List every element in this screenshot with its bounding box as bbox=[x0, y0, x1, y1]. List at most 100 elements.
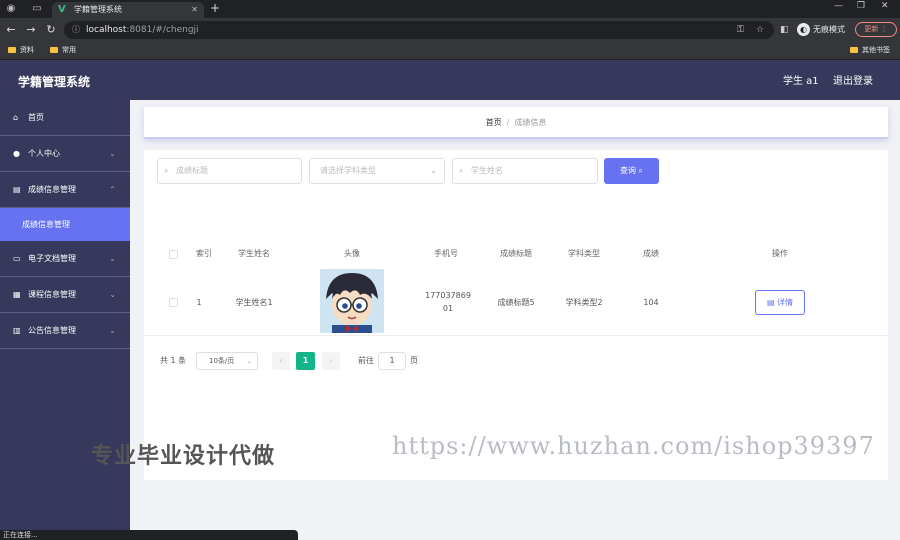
sidebar-item-label: 公告信息管理 bbox=[28, 326, 76, 335]
browser-address-bar: ← → ↻ ⓘ localhost:8081/#/chengji ⚿ ☆ ◧ ◐… bbox=[0, 18, 900, 42]
sidebar-item-label: 首页 bbox=[28, 113, 44, 122]
title-search-input[interactable]: ⌕ 成绩标题 bbox=[157, 158, 302, 184]
folder-icon bbox=[8, 47, 16, 53]
sidebar-item-label: 课程信息管理 bbox=[28, 290, 76, 299]
bookmark-folder-1[interactable]: 资料 bbox=[8, 42, 34, 59]
table-header: 索引 学生姓名 头像 手机号 成绩标题 学科类型 成绩 操作 bbox=[144, 240, 888, 268]
minimize-icon[interactable]: — bbox=[834, 1, 843, 11]
new-tab-icon[interactable]: + bbox=[210, 1, 220, 15]
goto-label: 前往 bbox=[358, 356, 374, 365]
page-size-value: 10条/页 bbox=[209, 357, 235, 365]
incognito-icon: ◐ bbox=[797, 23, 810, 36]
reload-icon[interactable]: ↻ bbox=[44, 23, 58, 37]
column-header: 成绩标题 bbox=[500, 249, 532, 258]
column-header: 头像 bbox=[344, 249, 360, 258]
subject-type-select[interactable]: 请选择学科类型 ⌄ bbox=[309, 158, 445, 184]
back-icon[interactable]: ← bbox=[4, 23, 18, 37]
notice-icon: ▥ bbox=[13, 326, 21, 335]
tab-title: 学籍管理系统 bbox=[74, 5, 122, 14]
sidebar-item-grades[interactable]: ▤ 成绩信息管理 ⌃ bbox=[0, 172, 130, 208]
star-icon[interactable]: ☆ bbox=[756, 21, 764, 39]
incognito-label: 无痕模式 bbox=[813, 25, 845, 34]
user-icon: ● bbox=[13, 149, 20, 158]
query-button[interactable]: 查询 ⌕ bbox=[604, 158, 659, 184]
pagination: 共 1 条 10条/页 ⌄ ‹ 1 › 前往 1 页 bbox=[144, 350, 888, 372]
cell-score: 104 bbox=[643, 297, 659, 307]
key-icon[interactable]: ⚿ bbox=[737, 21, 744, 39]
select-all-checkbox[interactable] bbox=[169, 250, 178, 259]
update-button[interactable]: 更新 ⋮ bbox=[855, 22, 897, 37]
page-size-select[interactable]: 10条/页 ⌄ bbox=[196, 352, 258, 370]
column-header: 手机号 bbox=[434, 249, 458, 258]
restore-icon[interactable]: ❐ bbox=[857, 1, 865, 11]
forward-icon[interactable]: → bbox=[24, 23, 38, 37]
cell-index: 1 bbox=[196, 297, 202, 307]
sidebar-subitem-grade-management[interactable]: 成绩信息管理 bbox=[0, 208, 130, 241]
sidebar-item-home[interactable]: ⌂ 首页 bbox=[0, 100, 130, 136]
cell-student-name: 学生姓名1 bbox=[235, 297, 273, 307]
browser-tab-bar: ◉ ▭ V 学籍管理系统 ✕ + — ❐ ✕ bbox=[0, 0, 900, 18]
browser-tab[interactable]: V 学籍管理系统 ✕ bbox=[52, 2, 204, 18]
watermark-text-left: 专业毕业设计代做 bbox=[91, 444, 276, 469]
vue-logo-icon: V bbox=[58, 4, 66, 15]
main-content: 首页 / 成绩信息 ⌕ 成绩标题 请选择学科类型 ⌄ ⌕ 学生姓名 查询 ⌕ 索引 … bbox=[130, 100, 900, 540]
column-header: 学科类型 bbox=[568, 249, 600, 258]
url-input[interactable]: ⓘ localhost:8081/#/chengji bbox=[64, 21, 774, 39]
placeholder-text: 学生姓名 bbox=[471, 166, 503, 175]
bookmark-label: 常用 bbox=[62, 46, 76, 54]
globe-icon[interactable]: ◉ bbox=[4, 2, 18, 16]
next-page-button[interactable]: › bbox=[322, 352, 340, 370]
url-host: localhost bbox=[86, 25, 127, 35]
window-close-icon[interactable]: ✕ bbox=[881, 1, 889, 11]
breadcrumb: 首页 / 成绩信息 bbox=[144, 107, 888, 139]
logout-link[interactable]: 退出登录 bbox=[833, 60, 873, 104]
chevron-down-icon: ⌄ bbox=[109, 149, 116, 158]
sidebar-item-label: 成绩信息管理 bbox=[28, 185, 76, 194]
cell-phone: 17703786901 bbox=[425, 291, 471, 313]
cell-subject-type: 学科类型2 bbox=[565, 297, 603, 307]
side-panel-icon[interactable]: ◧ bbox=[780, 21, 789, 39]
document-icon: ▭ bbox=[13, 254, 21, 263]
search-icon: ⌕ bbox=[164, 166, 169, 175]
row-checkbox[interactable] bbox=[169, 298, 178, 307]
column-header: 索引 bbox=[196, 249, 212, 258]
sidebar-item-profile[interactable]: ● 个人中心 ⌄ bbox=[0, 136, 130, 172]
chevron-down-icon: ⌄ bbox=[109, 254, 116, 263]
app-header: 学籍管理系统 学生 a1 退出登录 bbox=[0, 60, 900, 100]
watermark-url: https://www.huzhan.com/ishop39397 bbox=[392, 432, 875, 460]
sidebar-item-courses[interactable]: ▦ 课程信息管理 ⌄ bbox=[0, 277, 130, 313]
detail-button[interactable]: ▤ 详情 bbox=[755, 290, 805, 315]
grade-icon: ▤ bbox=[13, 185, 21, 194]
bookmark-label: 其他书签 bbox=[862, 46, 890, 54]
bookmark-folder-2[interactable]: 常用 bbox=[50, 42, 76, 59]
folder-icon bbox=[850, 47, 858, 53]
breadcrumb-home[interactable]: 首页 bbox=[486, 118, 502, 127]
info-icon[interactable]: ⓘ bbox=[72, 21, 80, 39]
page-number-current[interactable]: 1 bbox=[296, 352, 315, 370]
bookmark-label: 资料 bbox=[20, 46, 34, 54]
content-panel: ⌕ 成绩标题 请选择学科类型 ⌄ ⌕ 学生姓名 查询 ⌕ 索引 学生姓名 头像 … bbox=[144, 150, 888, 480]
goto-page-input[interactable]: 1 bbox=[378, 352, 406, 370]
url-path: :8081/#/chengji bbox=[126, 25, 199, 35]
sidebar-item-documents[interactable]: ▭ 电子文档管理 ⌄ bbox=[0, 241, 130, 277]
app-title: 学籍管理系统 bbox=[18, 75, 91, 89]
page-unit-label: 页 bbox=[410, 356, 418, 365]
avatar-image bbox=[320, 269, 384, 333]
search-icon: ⌕ bbox=[459, 166, 464, 175]
bookmarks-bar: 资料 常用 其他书签 bbox=[0, 42, 900, 60]
breadcrumb-separator: / bbox=[506, 118, 510, 127]
sidebar-item-label: 个人中心 bbox=[28, 149, 60, 158]
other-bookmarks[interactable]: 其他书签 bbox=[850, 42, 890, 59]
student-name-input[interactable]: ⌕ 学生姓名 bbox=[452, 158, 598, 184]
prev-page-button[interactable]: ‹ bbox=[272, 352, 290, 370]
column-header: 操作 bbox=[772, 249, 788, 258]
home-icon: ⌂ bbox=[13, 113, 19, 122]
course-icon: ▦ bbox=[13, 290, 21, 299]
column-header: 学生姓名 bbox=[238, 249, 270, 258]
sidebar-item-notices[interactable]: ▥ 公告信息管理 ⌄ bbox=[0, 313, 130, 349]
chevron-down-icon: ⌄ bbox=[109, 290, 116, 299]
close-icon[interactable]: ✕ bbox=[191, 2, 198, 18]
incognito-indicator[interactable]: ◐ 无痕模式 bbox=[797, 23, 845, 36]
tab-window-icon[interactable]: ▭ bbox=[30, 2, 44, 16]
breadcrumb-current: 成绩信息 bbox=[514, 118, 547, 127]
